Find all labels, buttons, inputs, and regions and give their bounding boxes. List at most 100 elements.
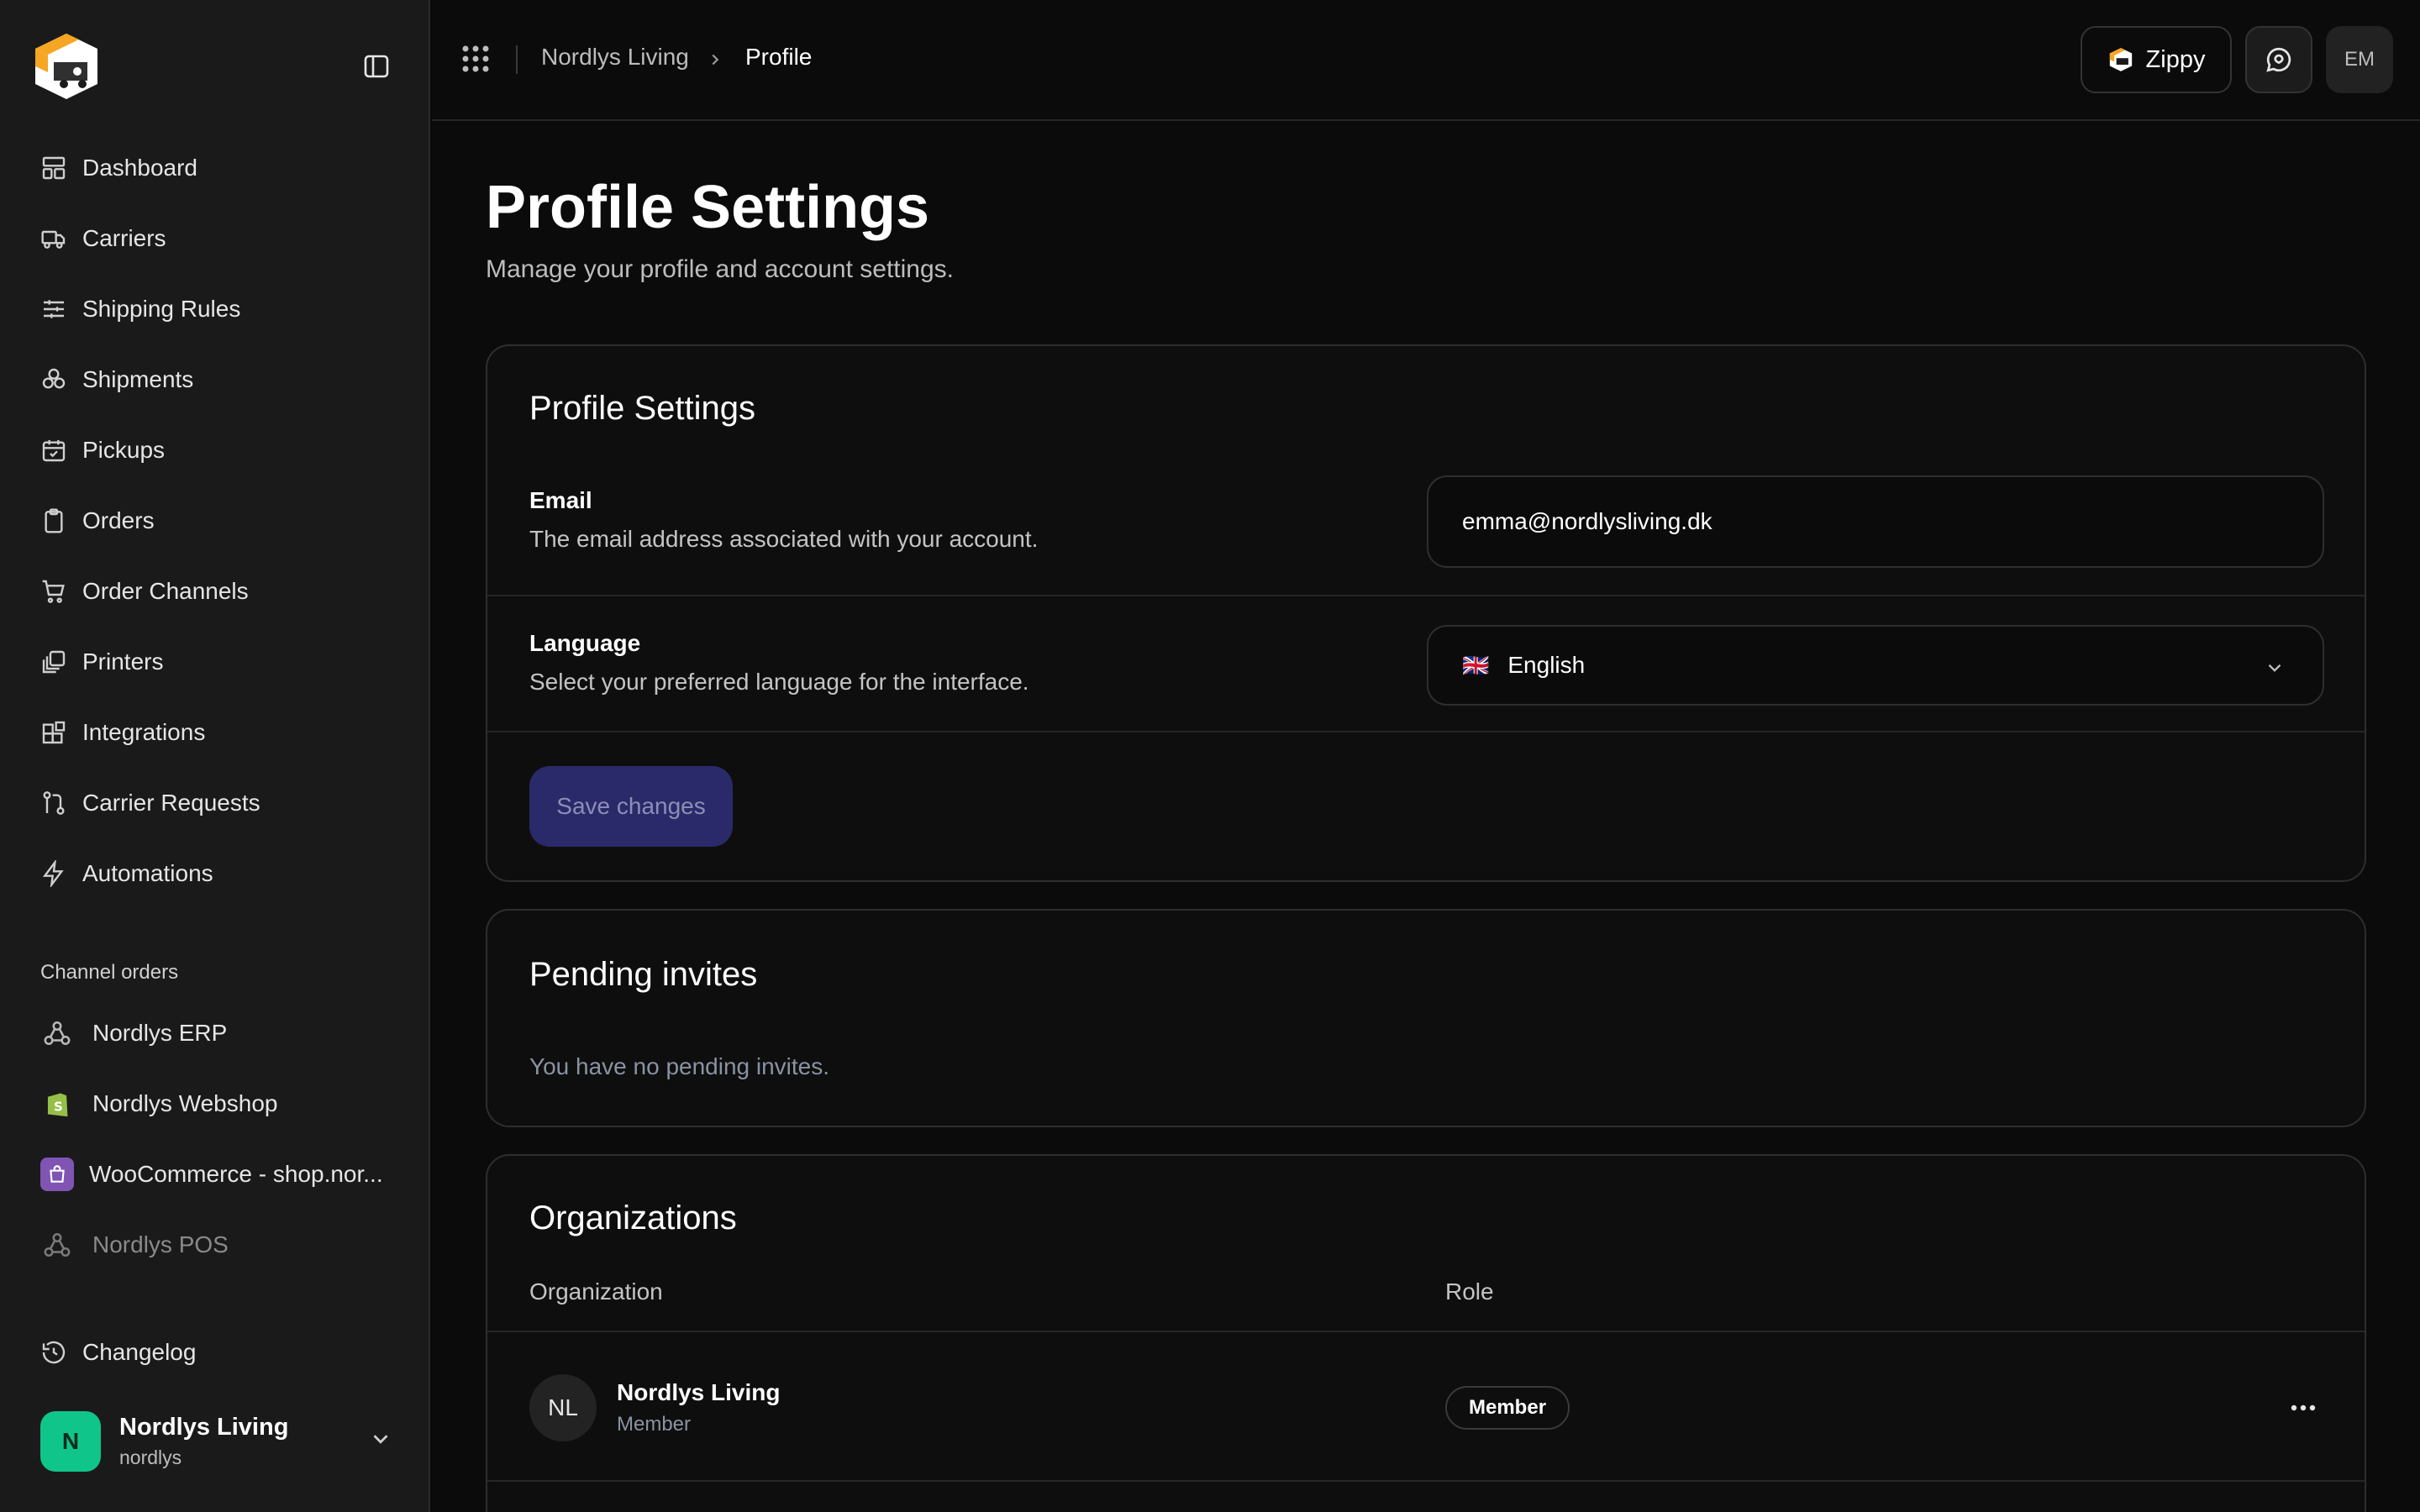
nav-item-pickups[interactable]: Pickups bbox=[40, 425, 165, 475]
nav-item-shipments[interactable]: Shipments bbox=[40, 354, 193, 405]
nav-label: Changelog bbox=[82, 1339, 197, 1365]
user-avatar[interactable]: EM bbox=[2326, 26, 2393, 93]
shopify-icon: S bbox=[40, 1087, 74, 1121]
email-label: Email bbox=[529, 487, 592, 513]
dashboard-icon bbox=[42, 156, 66, 180]
channel-label: Nordlys Webshop bbox=[92, 1090, 278, 1116]
nav-item-shipping-rules[interactable]: Shipping Rules bbox=[40, 284, 240, 334]
chat-icon bbox=[2266, 47, 2291, 72]
org-row-name: Nordlys Living bbox=[617, 1379, 781, 1405]
svg-text:S: S bbox=[54, 1099, 63, 1114]
bolt-icon bbox=[42, 860, 64, 887]
org-slug: nordlys bbox=[119, 1446, 182, 1468]
uk-flag-icon: 🇬🇧 bbox=[1462, 652, 1490, 678]
nav-label: Shipments bbox=[82, 366, 194, 392]
channel-item-nordlys-webshop[interactable]: S Nordlys Webshop bbox=[40, 1079, 277, 1129]
nav-item-changelog[interactable]: Changelog bbox=[40, 1327, 196, 1378]
email-field[interactable]: emma@nordlysliving.dk bbox=[1427, 475, 2324, 568]
org-switcher[interactable]: N Nordlys Living nordlys bbox=[40, 1408, 393, 1475]
cart-icon bbox=[42, 580, 65, 603]
language-value: English bbox=[1507, 652, 1586, 678]
nav-label: Carriers bbox=[82, 225, 166, 251]
sliders-icon bbox=[44, 300, 64, 318]
nav-label: Carrier Requests bbox=[82, 790, 260, 816]
zippy-logo-icon bbox=[2109, 48, 2132, 71]
nav-label: Order Channels bbox=[82, 578, 249, 604]
divider bbox=[516, 45, 518, 74]
chat-button[interactable] bbox=[2245, 26, 2312, 93]
nav-label: Printers bbox=[82, 648, 164, 675]
divider bbox=[487, 595, 2365, 596]
org-row-avatar: NL bbox=[529, 1374, 597, 1441]
org-name: Nordlys Living bbox=[119, 1414, 289, 1441]
clipboard-icon bbox=[45, 508, 63, 533]
nav-item-dashboard[interactable]: Dashboard bbox=[40, 143, 197, 193]
zippy-button[interactable]: Zippy bbox=[2081, 26, 2232, 93]
role-badge: Member bbox=[1445, 1386, 1570, 1430]
truck-icon bbox=[41, 230, 66, 249]
channel-item-nordlys-erp[interactable]: Nordlys ERP bbox=[40, 1008, 227, 1058]
org-avatar: N bbox=[40, 1411, 101, 1472]
webhook-icon bbox=[40, 1228, 74, 1262]
nav-item-printers[interactable]: Printers bbox=[40, 637, 163, 687]
email-description: The email address associated with your a… bbox=[529, 526, 1039, 552]
apps-grid-icon[interactable] bbox=[460, 44, 491, 74]
channel-orders-heading: Channel orders bbox=[40, 961, 179, 984]
page-subtitle: Manage your profile and account settings… bbox=[486, 255, 955, 283]
nav-label: Automations bbox=[82, 860, 213, 886]
sidebar: Dashboard Carriers Shipping Rules Shipme… bbox=[0, 0, 430, 1512]
pending-invites-card: Pending invites You have no pending invi… bbox=[486, 909, 2366, 1127]
nav-label: Integrations bbox=[82, 719, 206, 745]
calendar-check-icon bbox=[42, 440, 66, 462]
language-select[interactable]: 🇬🇧 English bbox=[1427, 625, 2324, 706]
save-changes-button[interactable]: Save changes bbox=[529, 766, 733, 847]
breadcrumb-org[interactable]: Nordlys Living bbox=[541, 44, 689, 71]
channel-label: WooCommerce - shop.nor... bbox=[89, 1161, 383, 1187]
chevron-down-icon bbox=[2268, 664, 2281, 672]
nav-label: Dashboard bbox=[82, 155, 197, 181]
channel-item-woocommerce[interactable]: WooCommerce - shop.nor... bbox=[40, 1149, 383, 1200]
git-pull-icon bbox=[43, 791, 65, 815]
nav-item-order-channels[interactable]: Order Channels bbox=[40, 566, 249, 617]
nav-item-orders[interactable]: Orders bbox=[40, 496, 155, 546]
woocommerce-icon bbox=[40, 1158, 74, 1191]
divider bbox=[487, 1331, 2365, 1332]
app-logo[interactable] bbox=[29, 29, 104, 104]
topbar: Nordlys Living Profile Zippy EM bbox=[432, 0, 2420, 121]
nav-item-carriers[interactable]: Carriers bbox=[40, 213, 166, 264]
webhook-icon bbox=[40, 1016, 74, 1050]
column-header-organization: Organization bbox=[529, 1278, 663, 1305]
nav-item-carrier-requests[interactable]: Carrier Requests bbox=[40, 778, 260, 828]
channel-label: Nordlys POS bbox=[92, 1231, 229, 1257]
profile-settings-card: Profile Settings Email The email address… bbox=[486, 344, 2366, 882]
divider bbox=[487, 1480, 2365, 1482]
zippy-label: Zippy bbox=[2145, 45, 2206, 73]
language-description: Select your preferred language for the i… bbox=[529, 669, 1029, 695]
history-icon bbox=[42, 1341, 66, 1364]
channel-label: Nordlys ERP bbox=[92, 1020, 228, 1046]
chevron-down-icon bbox=[373, 1435, 388, 1444]
nav-item-integrations[interactable]: Integrations bbox=[40, 707, 205, 758]
chevron-right-icon bbox=[712, 54, 719, 66]
card-title: Pending invites bbox=[529, 956, 758, 993]
channel-item-nordlys-pos[interactable]: Nordlys POS bbox=[40, 1220, 229, 1270]
nav-item-automations[interactable]: Automations bbox=[40, 848, 213, 899]
divider bbox=[487, 731, 2365, 732]
nav-label: Orders bbox=[82, 507, 155, 533]
more-actions-button[interactable] bbox=[2282, 1393, 2324, 1423]
language-label: Language bbox=[529, 630, 641, 656]
org-row-subtitle: Member bbox=[617, 1413, 692, 1436]
organizations-card: Organizations Organization Role NL Nordl… bbox=[486, 1154, 2366, 1512]
breadcrumb-current: Profile bbox=[745, 44, 813, 70]
column-header-role: Role bbox=[1445, 1278, 1494, 1305]
blocks-icon bbox=[42, 721, 66, 744]
card-title: Profile Settings bbox=[529, 390, 756, 427]
nav-label: Shipping Rules bbox=[82, 296, 241, 322]
ellipsis-icon bbox=[2291, 1404, 2316, 1411]
boxes-icon bbox=[42, 368, 66, 389]
printer-icon bbox=[42, 650, 66, 674]
empty-invites-text: You have no pending invites. bbox=[529, 1053, 830, 1079]
sidebar-toggle-icon[interactable] bbox=[360, 52, 393, 81]
nav-label: Pickups bbox=[82, 437, 166, 463]
card-title: Organizations bbox=[529, 1200, 737, 1236]
